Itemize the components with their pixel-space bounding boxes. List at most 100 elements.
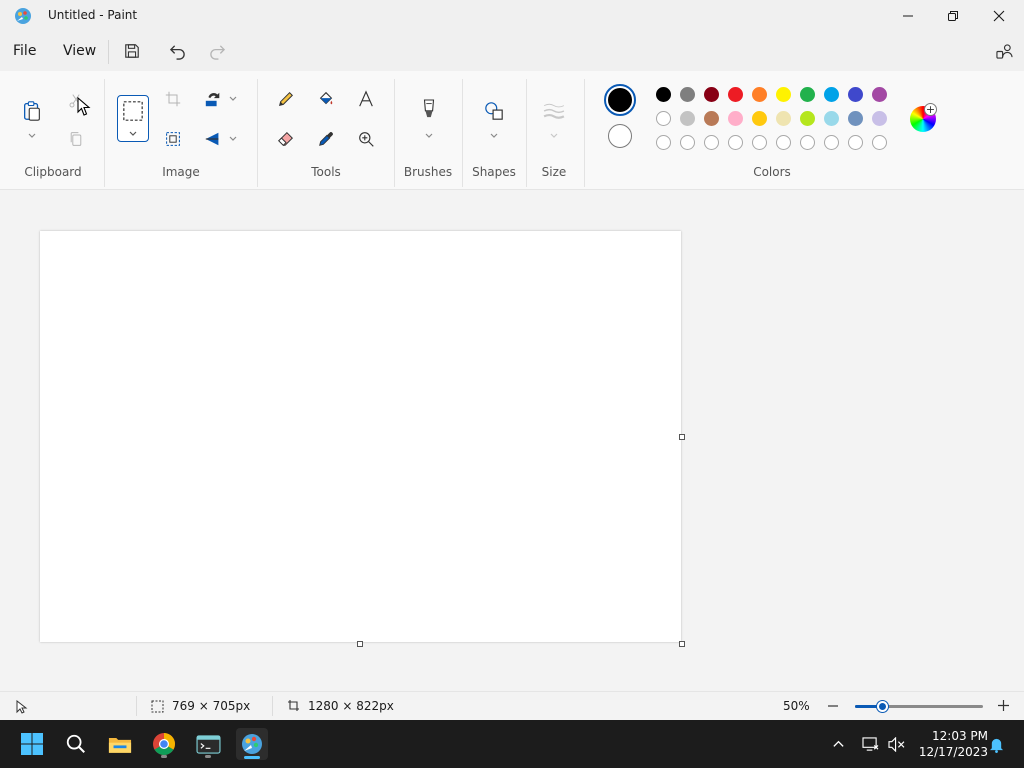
color-picker-tool-button[interactable] (312, 125, 340, 153)
zoom-in-icon[interactable] (997, 699, 1010, 712)
flip-button[interactable] (199, 125, 227, 153)
custom-color-slot[interactable] (872, 135, 887, 150)
color-swatch[interactable] (704, 111, 719, 126)
color-swatch[interactable] (848, 111, 863, 126)
group-label-brushes: Brushes (403, 165, 453, 179)
secondary-color-swatch[interactable] (608, 124, 632, 148)
menu-file[interactable]: File (13, 43, 36, 59)
color-swatch[interactable] (824, 111, 839, 126)
flip-dropdown-chevron-icon[interactable] (228, 134, 238, 144)
custom-color-slot[interactable] (848, 135, 863, 150)
brushes-button[interactable] (415, 95, 443, 123)
rotate-dropdown-chevron-icon[interactable] (228, 94, 238, 104)
clock-date: 12/17/2023 (918, 745, 988, 759)
magnifier-tool-button[interactable] (352, 125, 380, 153)
taskbar-clock[interactable]: 12:03 PM 12/17/2023 (912, 728, 988, 760)
text-tool-button[interactable] (352, 85, 380, 113)
zoom-slider-thumb[interactable] (877, 701, 889, 712)
paste-dropdown-chevron-icon[interactable] (27, 131, 37, 141)
menu-view[interactable]: View (63, 43, 96, 59)
canvas-resize-handle-right[interactable] (679, 434, 685, 440)
show-hidden-icons-button[interactable] (828, 734, 848, 754)
color-swatch[interactable] (872, 87, 887, 102)
drawing-canvas[interactable] (40, 231, 681, 642)
custom-color-slot[interactable] (800, 135, 815, 150)
zoom-slider[interactable] (855, 705, 983, 708)
pencil-icon (279, 91, 294, 106)
custom-color-slot[interactable] (680, 135, 695, 150)
size-dropdown-chevron-icon[interactable] (549, 131, 559, 141)
color-swatch[interactable] (656, 111, 671, 126)
terminal-icon (195, 734, 221, 754)
canvas-resize-handle-bottom[interactable] (357, 641, 363, 647)
color-swatch[interactable] (728, 111, 743, 126)
close-icon (993, 10, 1005, 21)
color-swatch[interactable] (872, 111, 887, 126)
line-width-icon (543, 103, 565, 119)
taskbar-terminal[interactable] (192, 728, 224, 760)
select-dropdown-chevron-icon[interactable] (128, 129, 138, 139)
paint-icon (242, 734, 262, 754)
selection-size-text: 769 × 705px (172, 699, 251, 713)
color-swatch[interactable] (728, 87, 743, 102)
custom-color-slot[interactable] (776, 135, 791, 150)
taskbar: 12:03 PM 12/17/2023 (0, 720, 1024, 768)
color-swatch[interactable] (848, 87, 863, 102)
taskbar-paint[interactable] (236, 728, 268, 760)
custom-color-slot[interactable] (728, 135, 743, 150)
color-swatch[interactable] (752, 111, 767, 126)
bell-icon (989, 738, 1003, 753)
crop-button[interactable] (159, 85, 187, 113)
share-button[interactable] (993, 40, 1015, 62)
color-swatch[interactable] (800, 87, 815, 102)
custom-color-slot[interactable] (824, 135, 839, 150)
save-button[interactable] (121, 40, 143, 62)
custom-color-slot[interactable] (704, 135, 719, 150)
add-color-plus-icon[interactable]: + (924, 103, 937, 116)
rotate-button[interactable] (199, 85, 227, 113)
fill-tool-button[interactable] (312, 85, 340, 113)
close-button[interactable] (976, 0, 1022, 31)
color-swatch[interactable] (680, 87, 695, 102)
color-swatch[interactable] (800, 111, 815, 126)
color-swatch[interactable] (776, 111, 791, 126)
canvas-size-icon (288, 700, 299, 711)
custom-color-slot[interactable] (752, 135, 767, 150)
taskbar-search-button[interactable] (60, 728, 92, 760)
color-swatch[interactable] (656, 87, 671, 102)
share-people-icon (995, 43, 1013, 59)
select-tool-button[interactable] (117, 95, 149, 142)
color-swatch[interactable] (824, 87, 839, 102)
canvas-resize-handle-corner[interactable] (679, 641, 685, 647)
group-divider (104, 79, 105, 187)
color-swatch[interactable] (776, 87, 791, 102)
restore-button[interactable] (930, 0, 976, 31)
taskbar-file-explorer[interactable] (104, 728, 136, 760)
redo-button[interactable] (206, 40, 228, 62)
volume-button[interactable] (886, 734, 906, 754)
color-swatch[interactable] (752, 87, 767, 102)
color-swatch[interactable] (680, 111, 695, 126)
resize-button[interactable] (159, 125, 187, 153)
eraser-icon (278, 131, 294, 147)
primary-color-swatch[interactable] (604, 84, 636, 116)
status-divider (272, 696, 273, 716)
paste-icon (24, 101, 40, 121)
custom-color-slot[interactable] (656, 135, 671, 150)
minimize-button[interactable] (885, 0, 931, 31)
zoom-out-icon[interactable] (827, 700, 839, 712)
size-button[interactable] (540, 97, 568, 125)
copy-button[interactable] (62, 125, 90, 153)
taskbar-chrome[interactable] (148, 728, 180, 760)
brushes-dropdown-chevron-icon[interactable] (424, 131, 434, 141)
start-button[interactable] (16, 728, 48, 760)
network-status-button[interactable] (860, 734, 880, 754)
pencil-tool-button[interactable] (272, 85, 300, 113)
shapes-dropdown-chevron-icon[interactable] (489, 131, 499, 141)
color-swatch[interactable] (704, 87, 719, 102)
eraser-tool-button[interactable] (272, 125, 300, 153)
notifications-button[interactable] (986, 734, 1006, 754)
paste-button[interactable] (18, 97, 46, 125)
undo-button[interactable] (166, 40, 188, 62)
shapes-button[interactable] (480, 97, 508, 125)
